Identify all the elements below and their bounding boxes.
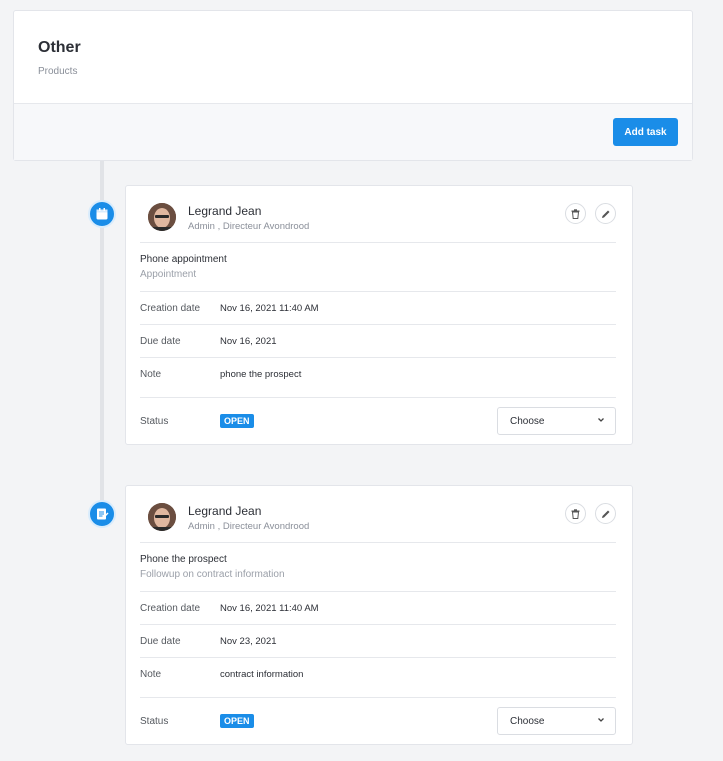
pencil-icon	[601, 210, 609, 218]
status-select[interactable]: Choose	[497, 407, 616, 435]
status-badge: OPEN	[220, 414, 254, 428]
note-value: phone the prospect	[220, 369, 302, 380]
creation-date-value: Nov 16, 2021 11:40 AM	[220, 302, 319, 314]
due-date-label: Due date	[140, 335, 181, 347]
user-name: Legrand Jean	[188, 204, 262, 218]
delete-button[interactable]	[565, 203, 586, 224]
edit-button[interactable]	[595, 503, 616, 524]
calendar-icon	[88, 200, 116, 228]
status-select-value: Choose	[510, 715, 545, 727]
due-date-row: Due date Nov 16, 2021	[140, 325, 616, 358]
due-date-row: Due date Nov 23, 2021	[140, 625, 616, 658]
page-subtitle: Products	[38, 66, 78, 77]
user-role: Admin , Directeur Avondrood	[188, 521, 310, 532]
chevron-down-icon	[598, 418, 604, 422]
status-select[interactable]: Choose	[497, 707, 616, 735]
task-summary: Phone the prospect Followup on contract …	[140, 543, 616, 592]
task-card-header: Legrand Jean Admin , Directeur Avondrood	[140, 186, 616, 243]
due-date-value: Nov 16, 2021	[220, 335, 277, 347]
add-task-button[interactable]: Add task	[613, 118, 678, 146]
status-label: Status	[140, 715, 169, 727]
chevron-down-icon	[598, 718, 604, 722]
note-label: Note	[140, 669, 162, 680]
status-row: Status OPEN Choose	[140, 398, 616, 444]
creation-date-row: Creation date Nov 16, 2021 11:40 AM	[140, 592, 616, 625]
header-card: Other Products Add task	[13, 10, 693, 161]
header-toolbar: Add task	[14, 104, 692, 160]
note-label: Note	[140, 369, 162, 380]
note-value: contract information	[220, 669, 304, 680]
edit-button[interactable]	[595, 203, 616, 224]
user-name: Legrand Jean	[188, 504, 262, 518]
task-type: Appointment	[140, 269, 197, 280]
status-row: Status OPEN Choose	[140, 698, 616, 744]
creation-date-label: Creation date	[140, 302, 201, 314]
due-date-value: Nov 23, 2021	[220, 635, 277, 647]
user-role: Admin , Directeur Avondrood	[188, 221, 310, 232]
task-card: Legrand Jean Admin , Directeur Avondrood…	[125, 185, 633, 445]
task-type: Followup on contract information	[140, 569, 285, 580]
trash-icon	[571, 508, 580, 519]
task-card-header: Legrand Jean Admin , Directeur Avondrood	[140, 486, 616, 543]
task-title: Phone appointment	[140, 254, 227, 265]
delete-button[interactable]	[565, 503, 586, 524]
page-title: Other	[38, 39, 81, 56]
header-title-area: Other Products	[14, 11, 692, 104]
due-date-label: Due date	[140, 635, 181, 647]
status-badge: OPEN	[220, 714, 254, 728]
document-icon	[88, 500, 116, 528]
creation-date-value: Nov 16, 2021 11:40 AM	[220, 602, 319, 614]
status-label: Status	[140, 415, 169, 427]
note-row: Note phone the prospect	[140, 358, 616, 398]
task-summary: Phone appointment Appointment	[140, 243, 616, 292]
trash-icon	[571, 208, 580, 219]
avatar	[148, 503, 176, 531]
creation-date-label: Creation date	[140, 602, 201, 614]
task-card: Legrand Jean Admin , Directeur Avondrood…	[125, 485, 633, 745]
note-row: Note contract information	[140, 658, 616, 698]
creation-date-row: Creation date Nov 16, 2021 11:40 AM	[140, 292, 616, 325]
pencil-icon	[601, 510, 609, 518]
avatar	[148, 203, 176, 231]
task-title: Phone the prospect	[140, 554, 227, 565]
status-select-value: Choose	[510, 415, 545, 427]
